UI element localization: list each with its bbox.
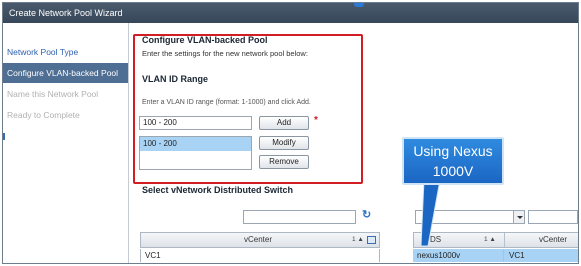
callout-line-1: Using Nexus <box>413 143 493 159</box>
chevron-down-icon[interactable] <box>513 211 524 223</box>
window-title: Create Network Pool Wizard <box>9 8 123 18</box>
vlan-range-list-item[interactable]: 100 - 200 <box>140 137 251 151</box>
window-titlebar: Create Network Pool Wizard <box>3 3 578 23</box>
column-header-vds[interactable]: vDS <box>426 233 441 247</box>
vlan-range-hint: Enter a VLAN ID range (format: 1-1000) a… <box>142 99 311 106</box>
sort-indicator[interactable]: 1 ▲ <box>484 233 496 247</box>
sort-indicator[interactable]: 1 ▲ <box>352 233 364 247</box>
remove-button[interactable]: Remove <box>259 155 309 169</box>
vlan-range-heading: VLAN ID Range <box>142 74 209 84</box>
column-header-vcenter[interactable]: vCenter <box>539 233 567 247</box>
vds-grid-header: vDS 1 ▲ vCenter <box>413 232 578 248</box>
modify-button[interactable]: Modify <box>259 136 309 150</box>
required-marker: * <box>314 115 318 126</box>
table-row[interactable]: VC1 <box>140 249 380 262</box>
table-cell-vcenter: VC1 <box>509 251 525 260</box>
column-divider <box>503 249 504 262</box>
refresh-icon[interactable]: ↻ <box>362 208 371 221</box>
page-heading: Configure VLAN-backed Pool <box>142 35 268 45</box>
wizard-steps-nav: Network Pool Type Configure VLAN-backed … <box>3 23 129 263</box>
vlan-range-list[interactable]: 100 - 200 <box>139 136 252 170</box>
column-picker-icon[interactable] <box>367 236 376 244</box>
callout-box: Using Nexus 1000V <box>402 137 504 185</box>
table-cell-vds: nexus1000v <box>417 251 461 260</box>
table-row[interactable]: nexus1000v VC1 <box>413 249 578 262</box>
nav-step-network-pool-type[interactable]: Network Pool Type <box>3 42 128 62</box>
table-cell-vcenter: VC1 <box>145 251 161 260</box>
nav-step-ready-to-complete: Ready to Complete <box>7 110 80 120</box>
vds-filter-select[interactable] <box>415 210 525 224</box>
add-button[interactable]: Add <box>259 116 309 130</box>
nav-resize-handle[interactable] <box>3 133 5 140</box>
page-intro-text: Enter the settings for the new network p… <box>142 49 308 58</box>
wizard-window: Create Network Pool Wizard Network Pool … <box>2 2 579 264</box>
vcenter-grid-header: vCenter 1 ▲ <box>140 232 380 248</box>
column-divider <box>504 233 505 247</box>
vds-filter-input[interactable] <box>528 210 578 224</box>
column-header-vcenter[interactable]: vCenter <box>244 233 272 247</box>
nav-step-name-network-pool: Name this Network Pool <box>7 89 99 99</box>
switch-section-title: Select vNetwork Distributed Switch <box>142 185 294 195</box>
vcenter-filter-input[interactable] <box>243 210 356 224</box>
callout-line-2: 1000V <box>432 163 474 179</box>
nav-step-configure-vlan-backed-pool[interactable]: Configure VLAN-backed Pool <box>3 63 128 83</box>
wizard-content: Configure VLAN-backed Pool Enter the set… <box>130 23 578 263</box>
window-indicator <box>354 3 364 7</box>
vlan-range-input[interactable]: 100 - 200 <box>139 116 252 130</box>
